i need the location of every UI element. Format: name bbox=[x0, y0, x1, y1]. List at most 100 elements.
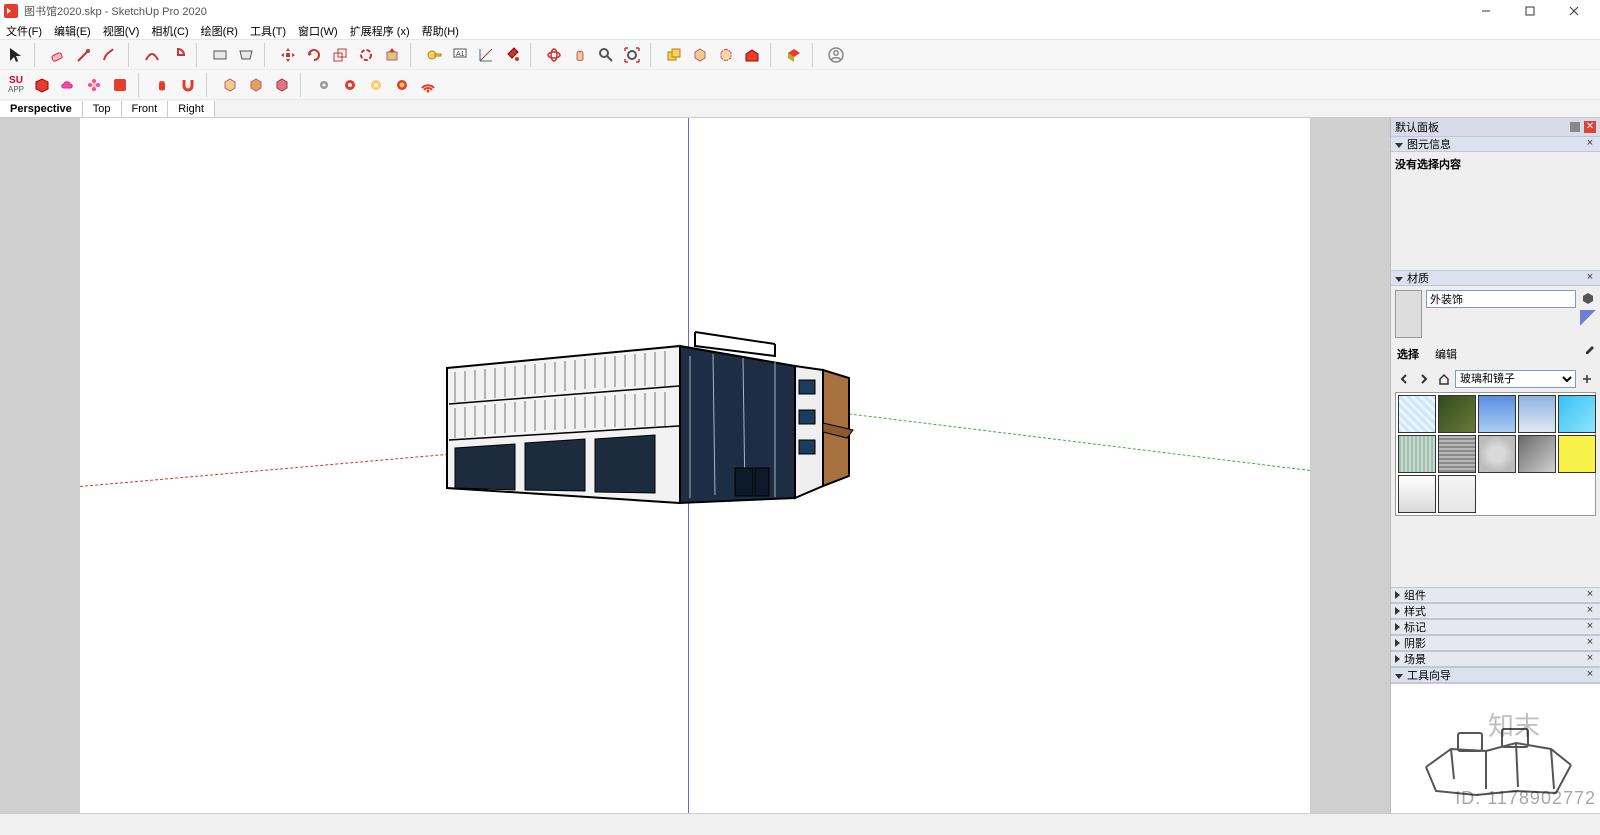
scene-tab-top[interactable]: Top bbox=[83, 101, 122, 117]
panel-entity-info-close-icon[interactable]: × bbox=[1584, 138, 1596, 150]
menu-tools[interactable]: 工具(T) bbox=[248, 23, 288, 39]
plugin-flower-icon[interactable] bbox=[82, 73, 106, 97]
panel-materials-header[interactable]: 材质 × bbox=[1391, 270, 1600, 286]
axes-tool-icon[interactable] bbox=[474, 43, 498, 67]
scene-tab-front[interactable]: Front bbox=[122, 101, 169, 117]
plugin-package-icon[interactable] bbox=[30, 73, 54, 97]
plugin-redbox-icon[interactable] bbox=[108, 73, 132, 97]
material-swatch[interactable] bbox=[1518, 395, 1556, 433]
make-group-icon[interactable] bbox=[662, 43, 686, 67]
materials-eyedropper-icon[interactable] bbox=[1582, 344, 1596, 366]
panel-shadows-close-icon[interactable]: × bbox=[1584, 637, 1596, 649]
materials-tab-edit[interactable]: 编辑 bbox=[1433, 344, 1459, 366]
material-swatch[interactable] bbox=[1438, 435, 1476, 473]
plugin-magnet-icon[interactable] bbox=[176, 73, 200, 97]
materials-tab-select[interactable]: 选择 bbox=[1395, 344, 1421, 366]
plugin-red-donut-icon[interactable] bbox=[390, 73, 414, 97]
line-tool-icon[interactable] bbox=[72, 43, 96, 67]
scene-tab-perspective[interactable]: Perspective bbox=[0, 101, 83, 117]
material-name-input[interactable] bbox=[1426, 290, 1576, 308]
explode-icon[interactable] bbox=[714, 43, 738, 67]
material-swatch[interactable] bbox=[1558, 435, 1596, 473]
circle-tool-icon[interactable] bbox=[234, 43, 258, 67]
menu-draw[interactable]: 绘图(R) bbox=[199, 23, 240, 39]
move-tool-icon[interactable] bbox=[276, 43, 300, 67]
menu-camera[interactable]: 相机(C) bbox=[149, 23, 190, 39]
scene-tab-right[interactable]: Right bbox=[168, 101, 215, 117]
panel-shadows-header[interactable]: 阴影× bbox=[1391, 635, 1600, 651]
pushpull-tool-icon[interactable] bbox=[380, 43, 404, 67]
plugin-hand-icon[interactable] bbox=[150, 73, 174, 97]
window-maximize-button[interactable] bbox=[1508, 0, 1552, 22]
user-account-icon[interactable] bbox=[824, 43, 848, 67]
material-swatch[interactable] bbox=[1478, 435, 1516, 473]
panel-styles-header[interactable]: 样式× bbox=[1391, 603, 1600, 619]
material-swatch[interactable] bbox=[1518, 435, 1556, 473]
material-swatch[interactable] bbox=[1398, 475, 1436, 513]
plugin-cube-a-icon[interactable] bbox=[218, 73, 242, 97]
panel-styles-close-icon[interactable]: × bbox=[1584, 605, 1596, 617]
plugin-gear-cloud-icon[interactable] bbox=[312, 73, 336, 97]
arc-tool-icon[interactable] bbox=[140, 43, 164, 67]
plugin-wifi-icon[interactable] bbox=[416, 73, 440, 97]
material-default-colors-icon[interactable] bbox=[1580, 310, 1596, 326]
material-create-icon[interactable] bbox=[1580, 290, 1596, 306]
zoom-extents-tool-icon[interactable] bbox=[620, 43, 644, 67]
menu-window[interactable]: 窗口(W) bbox=[296, 23, 340, 39]
material-preview-swatch[interactable] bbox=[1395, 290, 1422, 338]
scale-tool-icon[interactable] bbox=[328, 43, 352, 67]
panel-tags-header[interactable]: 标记× bbox=[1391, 619, 1600, 635]
select-tool-icon[interactable] bbox=[4, 43, 28, 67]
tray-title-bar[interactable]: 默认面板 ✕ bbox=[1391, 118, 1600, 136]
menu-extensions[interactable]: 扩展程序 (x) bbox=[348, 23, 412, 39]
menu-edit[interactable]: 编辑(E) bbox=[52, 23, 93, 39]
panel-instructor-close-icon[interactable]: × bbox=[1584, 669, 1596, 681]
panel-scenes-close-icon[interactable]: × bbox=[1584, 653, 1596, 665]
viewport-canvas[interactable] bbox=[80, 118, 1310, 813]
panel-instructor-header[interactable]: 工具向导× bbox=[1391, 667, 1600, 683]
tray-close-icon[interactable]: ✕ bbox=[1584, 121, 1596, 133]
paint-bucket-tool-icon[interactable] bbox=[500, 43, 524, 67]
material-swatch[interactable] bbox=[1398, 395, 1436, 433]
materials-nav-forward-icon[interactable] bbox=[1415, 370, 1433, 388]
tray-pushpin-icon[interactable] bbox=[1570, 122, 1580, 132]
panel-components-header[interactable]: 组件× bbox=[1391, 587, 1600, 603]
text-tool-icon[interactable]: A1 bbox=[448, 43, 472, 67]
zoom-tool-icon[interactable] bbox=[594, 43, 618, 67]
material-swatch[interactable] bbox=[1558, 395, 1596, 433]
panel-materials-close-icon[interactable]: × bbox=[1584, 272, 1596, 284]
plugin-cube-c-icon[interactable] bbox=[270, 73, 294, 97]
rectangle-tool-icon[interactable] bbox=[208, 43, 232, 67]
material-swatch[interactable] bbox=[1438, 395, 1476, 433]
menu-view[interactable]: 视图(V) bbox=[101, 23, 142, 39]
material-swatch[interactable] bbox=[1438, 475, 1476, 513]
materials-home-icon[interactable] bbox=[1435, 370, 1453, 388]
plugin-cloud-icon[interactable] bbox=[56, 73, 80, 97]
panel-tags-close-icon[interactable]: × bbox=[1584, 621, 1596, 633]
orbit-tool-icon[interactable] bbox=[542, 43, 566, 67]
plugin-redgear-icon[interactable] bbox=[338, 73, 362, 97]
freehand-tool-icon[interactable] bbox=[98, 43, 122, 67]
tape-tool-icon[interactable] bbox=[422, 43, 446, 67]
pie-tool-icon[interactable] bbox=[166, 43, 190, 67]
plugin-cube-b-icon[interactable] bbox=[244, 73, 268, 97]
menu-file[interactable]: 文件(F) bbox=[4, 23, 44, 39]
material-swatch[interactable] bbox=[1478, 395, 1516, 433]
3d-warehouse-icon[interactable] bbox=[740, 43, 764, 67]
eraser-tool-icon[interactable] bbox=[46, 43, 70, 67]
panel-scenes-header[interactable]: 场景× bbox=[1391, 651, 1600, 667]
rotate-copy-tool-icon[interactable] bbox=[354, 43, 378, 67]
suapp-plugin-icon[interactable]: SUAPP bbox=[4, 73, 28, 97]
materials-details-icon[interactable] bbox=[1578, 370, 1596, 388]
pan-tool-icon[interactable] bbox=[568, 43, 592, 67]
plugin-donut-icon[interactable] bbox=[364, 73, 388, 97]
material-swatch[interactable] bbox=[1398, 435, 1436, 473]
materials-library-select[interactable]: 玻璃和镜子 bbox=[1455, 370, 1576, 388]
extension-warehouse-icon[interactable] bbox=[782, 43, 806, 67]
rotate-tool-icon[interactable] bbox=[302, 43, 326, 67]
menu-help[interactable]: 帮助(H) bbox=[420, 23, 461, 39]
window-minimize-button[interactable] bbox=[1464, 0, 1508, 22]
window-close-button[interactable] bbox=[1552, 0, 1596, 22]
materials-nav-back-icon[interactable] bbox=[1395, 370, 1413, 388]
panel-components-close-icon[interactable]: × bbox=[1584, 589, 1596, 601]
